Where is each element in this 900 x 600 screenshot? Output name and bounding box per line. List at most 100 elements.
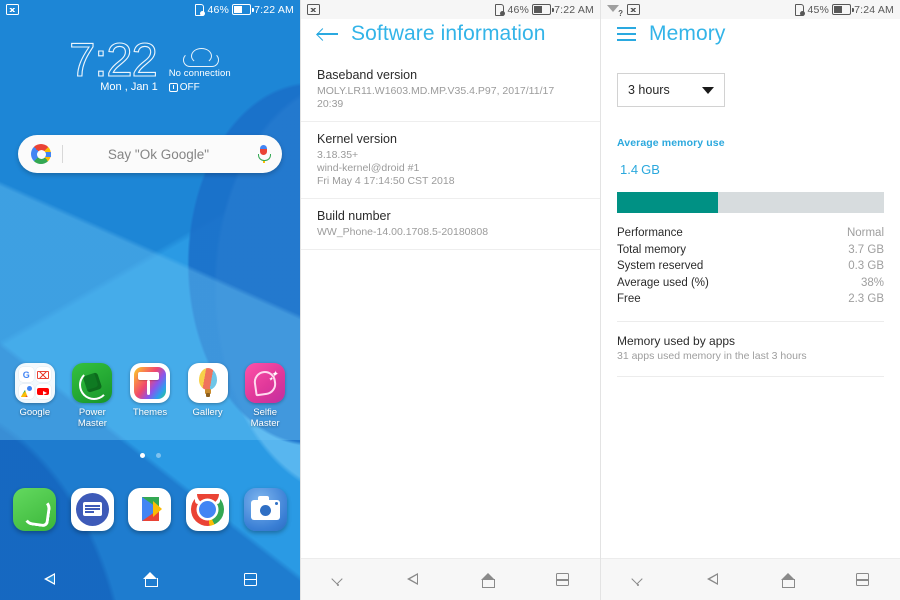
- divider: [617, 320, 884, 322]
- list-item[interactable]: Build number WW_Phone-14.00.1708.5-20180…: [301, 209, 600, 250]
- settings-list: Baseband version MOLY.LR11.W1603.MD.MP.V…: [301, 68, 600, 250]
- hamburger-icon[interactable]: [617, 27, 636, 41]
- navigation-bar: [601, 558, 900, 600]
- item-subtitle-line: MOLY.LR11.W1603.MD.MP.V35.4.P97, 2017/11…: [317, 85, 555, 97]
- status-notifications: [607, 4, 640, 18]
- status-bar[interactable]: 45% 7:24 AM: [601, 0, 900, 19]
- nav-back-button[interactable]: [693, 559, 733, 600]
- app-google-folder[interactable]: Google: [11, 363, 59, 429]
- stat-key: Total memory: [617, 243, 687, 256]
- item-title: Baseband version: [317, 68, 418, 82]
- alarm-status: OFF: [168, 82, 200, 93]
- nav-recents-button[interactable]: [843, 559, 883, 600]
- app-label: Google: [19, 407, 51, 418]
- stat-key: System reserved: [617, 260, 704, 272]
- memory-usage-bar: [617, 192, 884, 213]
- page-dot-active[interactable]: [139, 453, 145, 458]
- photo-icon: [307, 4, 320, 15]
- stat-key: Performance: [617, 227, 683, 239]
- status-notifications: [307, 4, 320, 15]
- item-title: Build number: [317, 209, 391, 223]
- status-clock: 7:22 AM: [254, 3, 294, 16]
- dock-app-camera[interactable]: [241, 488, 289, 531]
- nav-home-button[interactable]: [768, 559, 808, 600]
- item-subtitle: MOLY.LR11.W1603.MD.MP.V35.4.P97, 2017/11…: [317, 85, 584, 111]
- status-bar[interactable]: 46% 7:22 AM: [0, 0, 300, 19]
- list-item[interactable]: Kernel version 3.18.35+ wind-kernel@droi…: [301, 132, 600, 199]
- status-bar[interactable]: 46% 7:22 AM: [301, 0, 600, 19]
- nav-recents-button[interactable]: [543, 559, 583, 600]
- battery-icon: [232, 4, 254, 15]
- app-label: Gallery: [192, 407, 223, 418]
- nav-home-button[interactable]: [468, 559, 508, 600]
- dock-app-play-store[interactable]: [126, 488, 174, 531]
- page-dot[interactable]: [155, 453, 161, 458]
- period-select-value: 3 hours: [628, 83, 670, 97]
- app-label-line2: Master: [250, 418, 280, 429]
- software-information-panel: 46% 7:22 AM Software information Baseban…: [300, 0, 600, 600]
- google-folder-icon: [14, 363, 55, 403]
- period-select[interactable]: 3 hours: [617, 73, 725, 107]
- status-indicators: 46% 7:22 AM: [495, 3, 594, 16]
- divider: [617, 375, 884, 377]
- item-subtitle: 3.18.35+ wind-kernel@droid #1 Fri May 4 …: [317, 149, 584, 188]
- navigation-bar: [301, 558, 600, 600]
- memory-used-by-apps-title[interactable]: Memory used by apps: [617, 334, 884, 348]
- status-indicators: 46% 7:22 AM: [195, 3, 294, 16]
- back-arrow-icon[interactable]: [317, 26, 338, 43]
- dock-app-phone[interactable]: [11, 488, 59, 531]
- dock-app-messages[interactable]: [68, 488, 116, 531]
- battery-percent: 46%: [507, 3, 530, 16]
- app-gallery[interactable]: Gallery: [184, 363, 232, 429]
- memory-stats-table: Performance Normal Total memory 3.7 GB S…: [617, 225, 884, 308]
- app-power-master[interactable]: Power Master: [68, 363, 116, 429]
- wifi-question-icon: [607, 4, 623, 18]
- nav-back-button[interactable]: [393, 559, 433, 600]
- table-row: System reserved 0.3 GB: [617, 258, 884, 275]
- nav-home-button[interactable]: [130, 558, 170, 600]
- table-row: Free 2.3 GB: [617, 291, 884, 308]
- power-master-icon: [72, 363, 113, 403]
- list-item[interactable]: Baseband version MOLY.LR11.W1603.MD.MP.V…: [301, 68, 600, 122]
- app-label: Power: [78, 407, 106, 418]
- weather-status: No connection: [168, 68, 231, 79]
- google-mini-icon: [18, 367, 34, 382]
- search-placeholder[interactable]: Say "Ok Google": [63, 147, 258, 162]
- widget-date: Mon , Jan 1: [100, 81, 158, 93]
- gmail-mini-icon: [35, 367, 51, 382]
- stat-value: Normal: [846, 227, 884, 239]
- average-memory-unit: GB: [641, 162, 660, 177]
- average-memory-label: Average memory use: [617, 137, 725, 149]
- google-search-bar[interactable]: Say "Ok Google": [18, 135, 282, 173]
- nav-hide-keyboard-button[interactable]: [618, 559, 658, 600]
- memory-usage-bar-fill: [617, 192, 719, 213]
- item-subtitle-line: 20:39: [317, 98, 344, 110]
- table-row: Total memory 3.7 GB: [617, 242, 884, 259]
- item-title: Kernel version: [317, 132, 397, 146]
- sim-card-icon: [495, 3, 506, 16]
- clock-weather-widget[interactable]: 7:22 No connection Mon , Jan 1 OFF: [0, 35, 300, 93]
- nav-recents-button[interactable]: [230, 558, 270, 600]
- battery-icon: [832, 4, 854, 15]
- stat-value: 3.7 GB: [848, 243, 884, 256]
- camera-icon: [243, 488, 287, 531]
- microphone-icon[interactable]: [258, 145, 271, 163]
- item-subtitle-line: 3.18.35+: [317, 149, 359, 161]
- dock-app-chrome[interactable]: [184, 488, 232, 531]
- nav-back-button[interactable]: [30, 558, 70, 600]
- photo-icon: [6, 4, 19, 15]
- sim-card-icon: [795, 3, 806, 16]
- status-indicators: 45% 7:24 AM: [795, 3, 894, 16]
- average-memory-value: 1.4 GB: [617, 150, 884, 185]
- page-title: Software information: [351, 22, 546, 45]
- youtube-mini-icon: [35, 384, 51, 399]
- status-clock: 7:24 AM: [854, 3, 894, 16]
- app-themes[interactable]: Themes: [126, 363, 174, 429]
- alarm-clock-icon: [168, 82, 178, 92]
- nav-hide-keyboard-button[interactable]: [318, 559, 358, 600]
- status-notifications: [6, 4, 19, 15]
- stat-value: 0.3 GB: [848, 260, 884, 272]
- item-subtitle-line: Fri May 4 17:14:50 CST 2018: [317, 175, 455, 187]
- app-label-line2: Master: [77, 418, 107, 429]
- app-selfie-master[interactable]: ✦ ✦ Selfie Master: [241, 363, 289, 429]
